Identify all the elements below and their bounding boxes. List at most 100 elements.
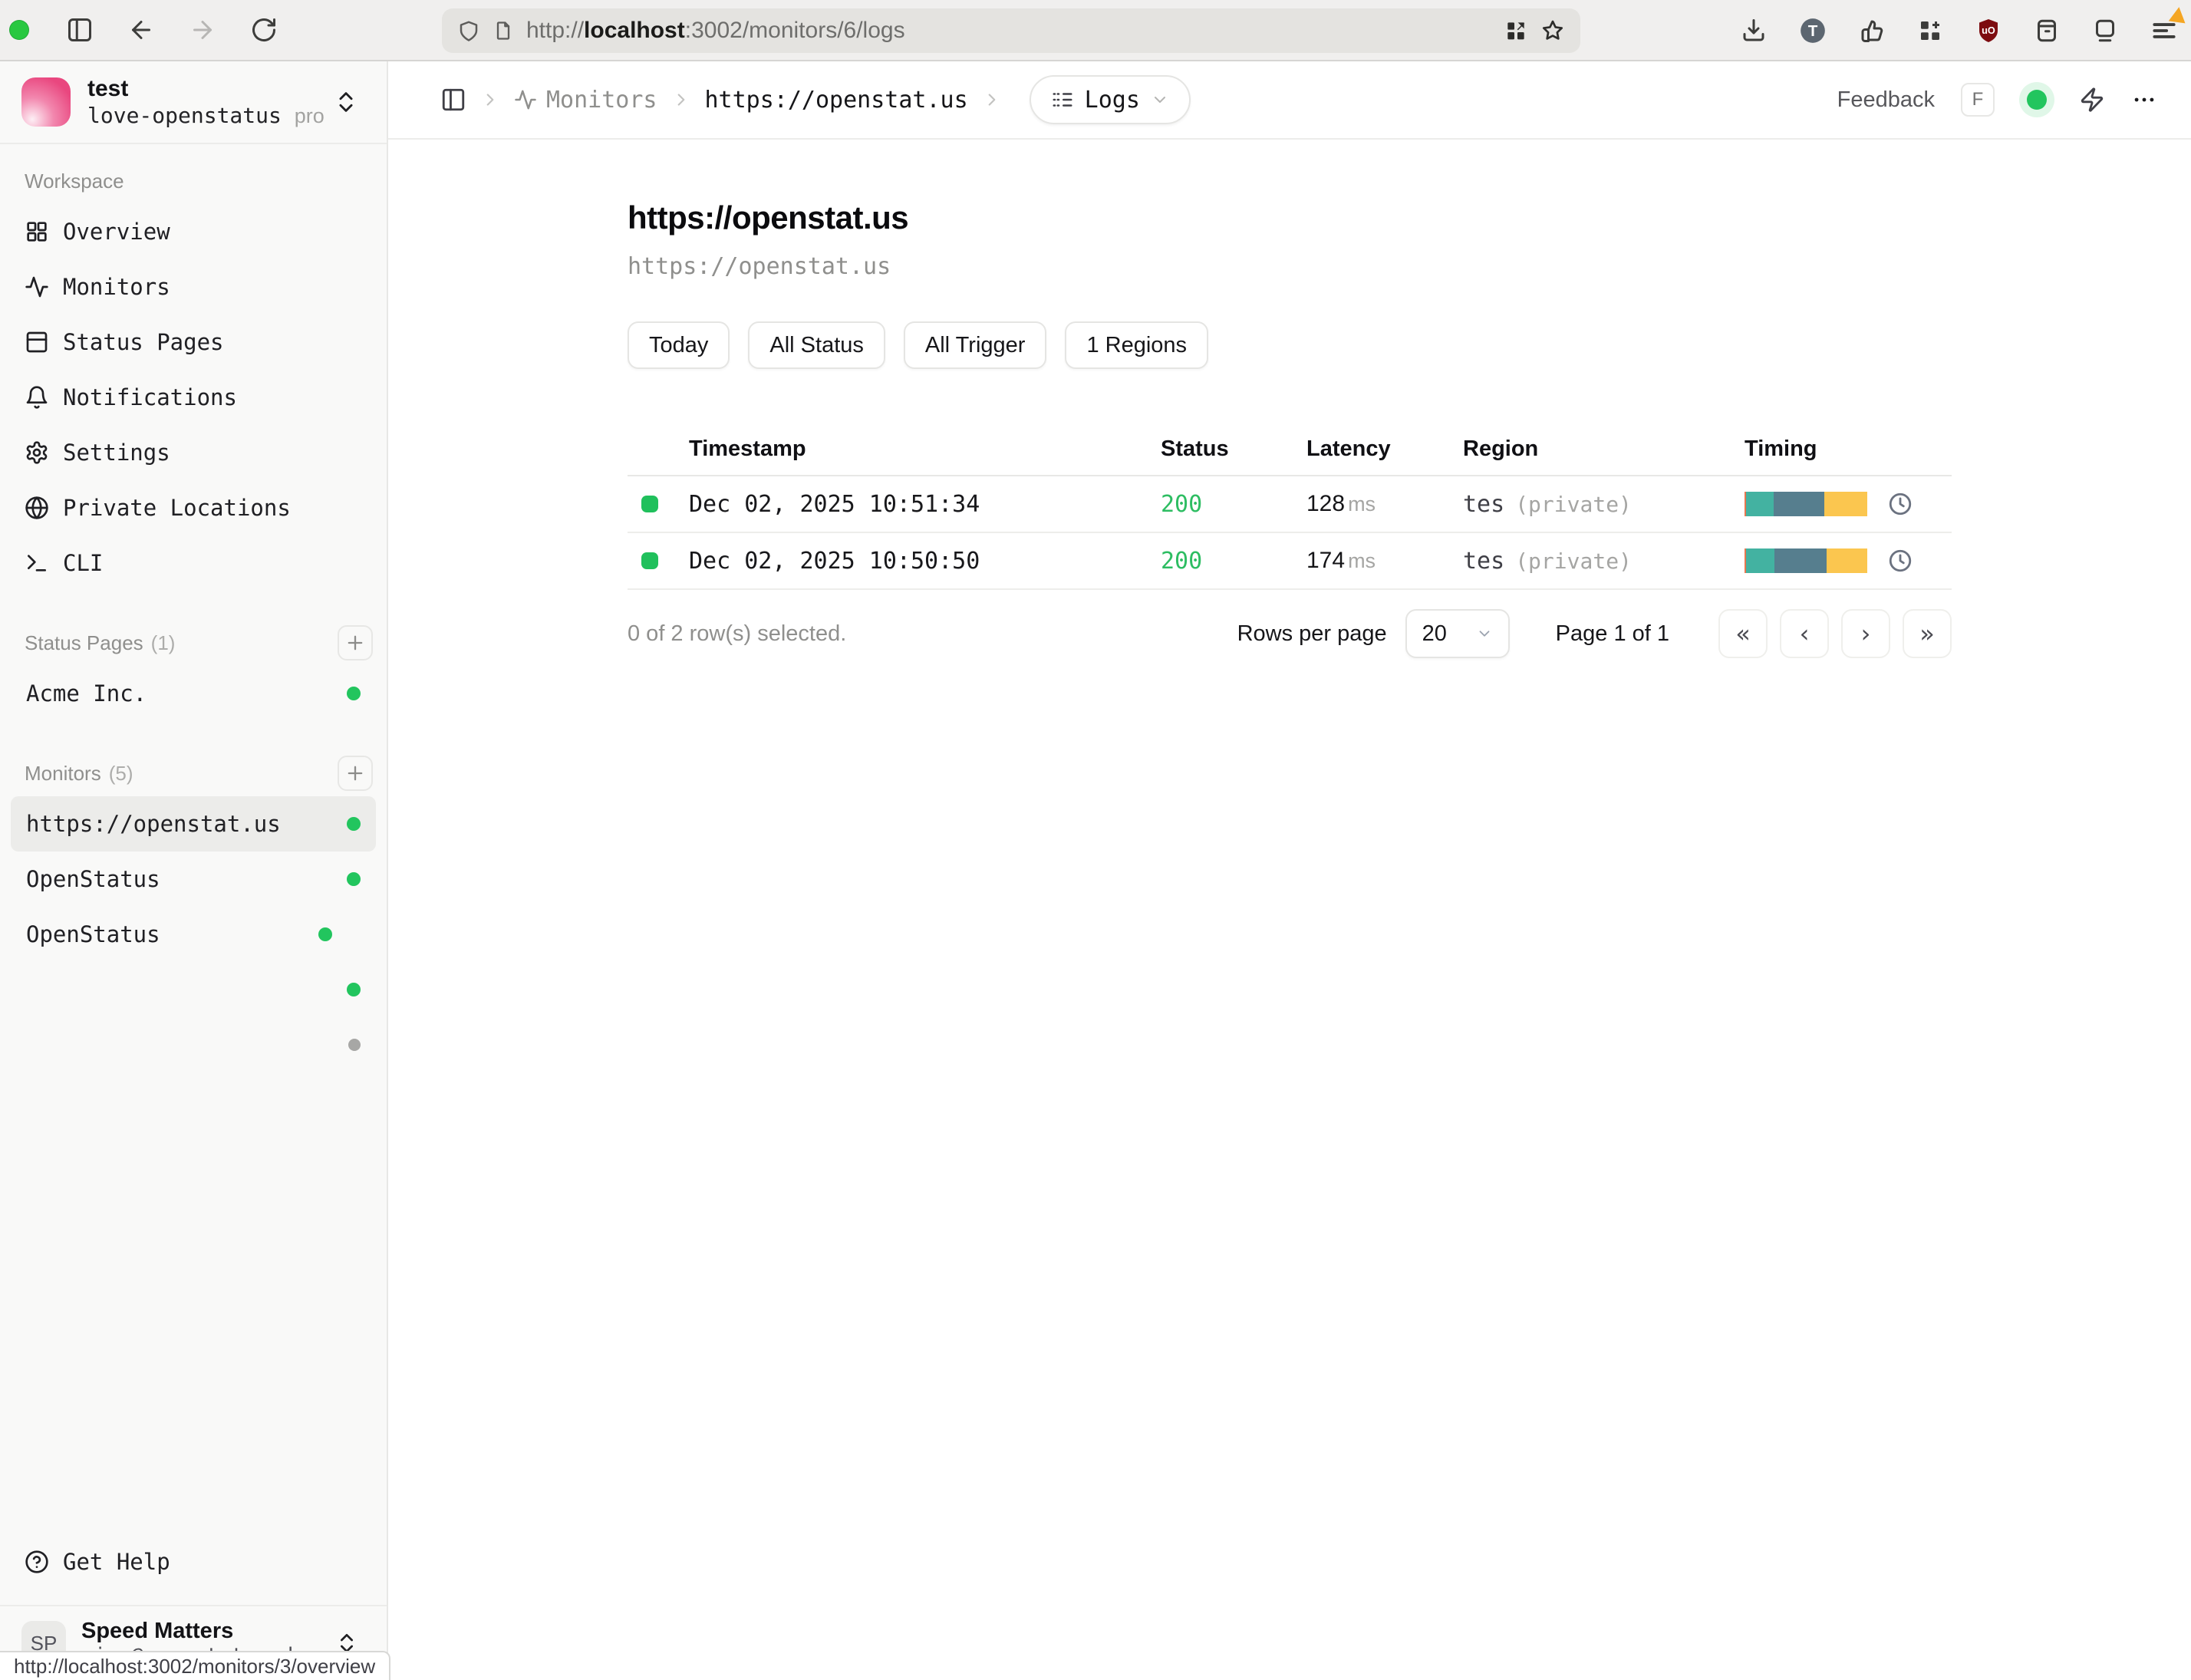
bookmark-star-icon[interactable]: [1540, 18, 1565, 43]
first-page-button[interactable]: «: [1718, 609, 1768, 658]
sidebar-item-private-locations[interactable]: Private Locations: [0, 480, 387, 535]
status-pages-section-header: Status Pages(1): [25, 628, 373, 658]
monitor-item-openstat-us[interactable]: https://openstat.us: [11, 796, 376, 852]
sidebar-item-settings[interactable]: Settings: [0, 425, 387, 480]
status-dot: [347, 687, 361, 700]
system-status-dot[interactable]: [2027, 90, 2047, 110]
get-help-link[interactable]: Get Help: [0, 1540, 387, 1583]
view-selector-logs[interactable]: Logs: [1030, 75, 1191, 124]
status-dot: [348, 1039, 361, 1051]
breadcrumb-bar: Monitors https://openstat.us Logs Feedba…: [388, 61, 2191, 140]
filter-regions[interactable]: 1 Regions: [1065, 321, 1208, 369]
svg-text:uO: uO: [1982, 25, 1995, 36]
container-icon[interactable]: [2033, 17, 2061, 44]
monitor-item-unnamed-2[interactable]: [11, 1017, 376, 1072]
sidebar-item-monitors[interactable]: Monitors: [0, 259, 387, 315]
clock-icon: [1887, 491, 1913, 517]
url-text[interactable]: http://localhost:3002/monitors/6/logs: [526, 18, 1491, 44]
workspace-slug: love-openstatus pro: [87, 103, 333, 129]
download-icon[interactable]: [1740, 17, 1768, 44]
status-dot: [347, 983, 361, 996]
col-timestamp: Timestamp: [689, 436, 1161, 462]
sidebar-item-status-pages[interactable]: Status Pages: [0, 315, 387, 370]
monitor-item-openstatus-2[interactable]: OpenStatus: [11, 907, 376, 962]
table-row[interactable]: Dec 02, 2025 10:51:34 200 128ms tes(priv…: [628, 476, 1952, 533]
grid-add-extension-icon[interactable]: [1916, 17, 1944, 44]
workspace-switcher[interactable]: test love-openstatus pro: [0, 61, 387, 144]
chevrons-up-down-icon: [333, 89, 359, 115]
help-circle-icon: [25, 1550, 49, 1574]
sidebar: test love-openstatus pro Workspace Overv…: [0, 61, 388, 1680]
chevron-down-icon: [1476, 625, 1493, 642]
activity-icon: [25, 275, 49, 299]
status-page-item-acme[interactable]: Acme Inc.: [11, 666, 376, 721]
back-icon[interactable]: [127, 16, 155, 44]
filter-status[interactable]: All Status: [748, 321, 885, 369]
feedback-button[interactable]: Feedback: [1837, 87, 1935, 113]
rows-per-page-select[interactable]: 20: [1405, 609, 1510, 658]
ublock-shield-icon[interactable]: uO: [1975, 17, 2002, 44]
panel-top-icon: [25, 330, 49, 354]
split-view-icon[interactable]: [1504, 18, 1528, 43]
breadcrumb-monitor-name[interactable]: https://openstat.us: [705, 87, 968, 114]
svg-text:T: T: [1808, 22, 1818, 40]
col-timing: Timing: [1745, 436, 1952, 462]
filter-bar: Today All Status All Trigger 1 Regions: [628, 321, 1952, 369]
table-row[interactable]: Dec 02, 2025 10:50:50 200 174ms tes(priv…: [628, 533, 1952, 590]
cell-timing: [1745, 548, 1952, 574]
address-bar[interactable]: http://localhost:3002/monitors/6/logs: [442, 8, 1580, 53]
workspace-avatar: [21, 77, 71, 127]
col-region: Region: [1463, 436, 1745, 462]
device-icon[interactable]: [2091, 17, 2119, 44]
chevron-right-icon: [671, 90, 691, 110]
monitor-item-openstatus-1[interactable]: OpenStatus: [11, 852, 376, 907]
forward-icon[interactable]: [189, 16, 216, 44]
timing-bar: [1745, 492, 1867, 516]
cell-latency: 128ms: [1306, 491, 1463, 517]
more-options-icon[interactable]: [2131, 87, 2157, 113]
cell-timing: [1745, 491, 1952, 517]
shield-icon[interactable]: [457, 19, 480, 42]
sidebar-item-cli[interactable]: CLI: [0, 535, 387, 591]
previous-page-button[interactable]: ‹: [1780, 609, 1829, 658]
row-status-indicator: [641, 552, 658, 569]
page-icon: [493, 20, 514, 41]
add-monitor-button[interactable]: [338, 756, 373, 791]
status-dot: [347, 872, 361, 886]
chevron-right-icon: [480, 90, 500, 110]
thumb-extension-icon[interactable]: [1858, 17, 1886, 44]
page-info-text: Page 1 of 1: [1556, 621, 1669, 647]
menu-alert-badge: [2169, 6, 2188, 24]
breadcrumb-monitors[interactable]: Monitors: [514, 87, 657, 114]
col-status: Status: [1161, 436, 1306, 462]
last-page-button[interactable]: »: [1903, 609, 1952, 658]
activity-icon: [514, 88, 537, 111]
workspace-section-label: Workspace: [25, 166, 373, 196]
filter-trigger[interactable]: All Trigger: [904, 321, 1047, 369]
zap-icon[interactable]: [2079, 87, 2105, 113]
monitor-item-unnamed-1[interactable]: [11, 962, 376, 1017]
filter-date[interactable]: Today: [628, 321, 730, 369]
sidebar-item-overview[interactable]: Overview: [0, 204, 387, 259]
page-title: https://openstat.us: [628, 199, 1952, 236]
status-dot: [347, 817, 361, 831]
sidebar-item-notifications[interactable]: Notifications: [0, 370, 387, 425]
profile-avatar-icon[interactable]: T: [1798, 16, 1827, 45]
panel-left-icon[interactable]: [440, 87, 466, 113]
browser-chrome: http://localhost:3002/monitors/6/logs T …: [0, 0, 2191, 61]
rows-per-page-label: Rows per page: [1237, 621, 1387, 647]
globe-icon: [25, 496, 49, 520]
workspace-name: test: [87, 75, 333, 103]
table-header-row: Timestamp Status Latency Region Timing: [628, 423, 1952, 476]
add-status-page-button[interactable]: [338, 625, 373, 660]
browser-sidebar-toggle-icon[interactable]: [66, 16, 94, 44]
traffic-light-green[interactable]: [9, 20, 29, 40]
workspace-plan-badge: pro: [295, 104, 325, 127]
col-latency: Latency: [1306, 436, 1463, 462]
next-page-button[interactable]: ›: [1841, 609, 1890, 658]
monitors-section-header: Monitors(5): [25, 758, 373, 789]
grid-icon: [25, 219, 49, 244]
row-status-indicator: [641, 496, 658, 512]
menu-icon[interactable]: [2150, 16, 2179, 45]
reload-icon[interactable]: [250, 16, 278, 44]
